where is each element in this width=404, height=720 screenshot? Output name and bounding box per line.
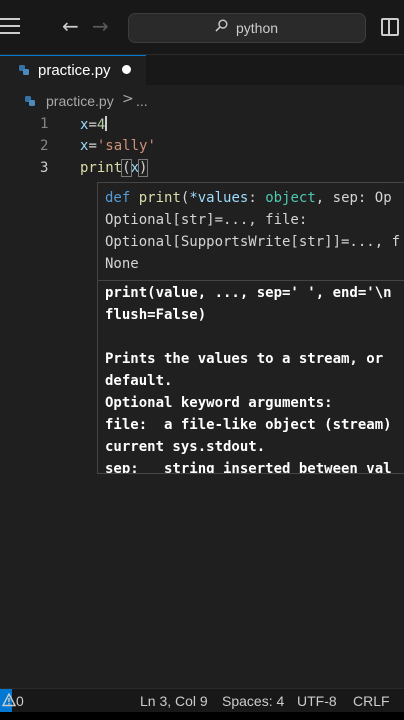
signature-line: Optional[SupportsWrite[str]]=..., f: [105, 234, 401, 250]
line-content[interactable]: x=4: [80, 116, 108, 133]
toggle-sidebar-icon[interactable]: [381, 18, 399, 36]
signature-function-name: print: [138, 190, 181, 206]
token-variable: x: [130, 160, 140, 176]
line-content[interactable]: x='sally': [80, 138, 156, 154]
code-line[interactable]: 1 x=4: [0, 112, 404, 134]
encoding-setting[interactable]: UTF-8: [297, 693, 337, 709]
status-bar: 0 Ln 3, Col 9 Spaces: 4 UTF-8 CRLF: [0, 688, 404, 713]
text-cursor: [105, 116, 108, 131]
token-string: 'sally': [96, 138, 156, 154]
breadcrumb: practice.py > ...: [0, 90, 404, 112]
indentation-setting[interactable]: Spaces: 4: [222, 693, 284, 709]
signature-param: *values: [189, 190, 249, 206]
hamburger-menu-icon[interactable]: [0, 18, 20, 36]
cursor-position[interactable]: Ln 3, Col 9: [140, 693, 208, 709]
chevron-right-icon: >: [122, 91, 134, 107]
doc-line: file: a file-like object (stream): [105, 417, 392, 433]
popup-divider: [98, 280, 404, 281]
token-function: print: [80, 160, 123, 176]
python-file-icon: [25, 96, 35, 106]
token-bracket-open: (: [121, 159, 132, 177]
code-line[interactable]: 3 print(x): [0, 156, 404, 178]
unsaved-dot-icon[interactable]: [122, 65, 131, 74]
line-number: 3: [40, 160, 49, 176]
editor-tab-bar: practice.py: [0, 55, 404, 86]
signature-line: Optional[str]=..., file:: [105, 212, 308, 228]
signature-rest: , sep: Op: [315, 190, 392, 206]
code-editor[interactable]: 1 x=4 2 x='sally' 3 print(x): [0, 112, 404, 178]
hover-documentation-popup[interactable]: def print(*values: object, sep: Op Optio…: [97, 182, 404, 474]
token-operator: =: [88, 117, 97, 133]
token-operator: =: [88, 138, 97, 154]
doc-line: flush=False): [105, 307, 207, 323]
search-text: python: [236, 20, 279, 36]
eol-setting[interactable]: CRLF: [353, 693, 390, 709]
forward-arrow-icon[interactable]: →: [92, 14, 109, 38]
problems-count[interactable]: 0: [16, 693, 24, 709]
warning-icon[interactable]: [2, 693, 16, 707]
line-content[interactable]: print(x): [80, 159, 149, 177]
signature-colon: :: [248, 190, 266, 206]
python-file-icon: [19, 65, 29, 75]
signature-type: object: [265, 190, 316, 206]
token-bracket-close: ): [137, 159, 149, 177]
function-signature: def print(*values: object, sep: Op Optio…: [105, 187, 404, 275]
tab-practice-py[interactable]: practice.py: [0, 55, 146, 86]
command-center-search[interactable]: python: [128, 13, 366, 43]
signature-keyword: def: [105, 190, 131, 206]
doc-line: sep: string inserted between val: [105, 461, 392, 474]
doc-line: print(value, ..., sep=' ', end='\n: [105, 285, 392, 301]
breadcrumb-symbols[interactable]: ...: [136, 93, 148, 109]
back-arrow-icon[interactable]: ←: [62, 14, 79, 38]
doc-line: default.: [105, 373, 173, 389]
token-number: 4: [96, 117, 106, 133]
doc-line: Optional keyword arguments:: [105, 395, 333, 411]
doc-line: Prints the values to a stream, or: [105, 351, 384, 367]
line-number: 2: [40, 138, 49, 154]
search-icon: [215, 19, 228, 32]
signature-line: None: [105, 256, 139, 272]
line-number: 1: [40, 116, 49, 132]
bottom-edge: [0, 712, 404, 720]
doc-line: current sys.stdout.: [105, 439, 266, 455]
tab-label: practice.py: [38, 62, 111, 79]
code-line[interactable]: 2 x='sally': [0, 134, 404, 156]
docstring: print(value, ..., sep=' ', end='\n flush…: [105, 282, 404, 474]
title-bar: ← → python: [0, 0, 404, 55]
breadcrumb-file[interactable]: practice.py: [46, 93, 114, 109]
